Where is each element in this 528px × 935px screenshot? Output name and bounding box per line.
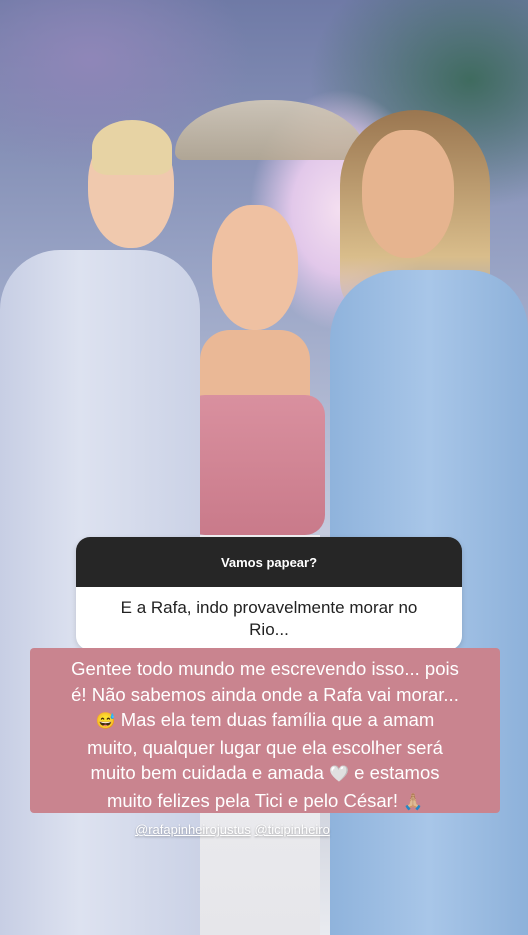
mention-ticipinheiro[interactable]: @ticipinheiro xyxy=(254,822,329,837)
answer-text-card: Gentee todo mundo me escrevendo isso... … xyxy=(30,648,500,813)
background-umbrella xyxy=(175,100,365,160)
sweat-smile-emoji: 😅 xyxy=(95,713,116,730)
answer-line-6: muito felizes pela Tici e pelo César! 🙏🏼 xyxy=(106,789,424,811)
question-sticker: Vamos papear? E a Rafa, indo provavelmen… xyxy=(76,537,462,650)
question-sticker-title: Vamos papear? xyxy=(76,537,462,587)
mentions: @rafapinheirojustus @ticipinheiro xyxy=(135,822,330,837)
answer-line-3: 😅 Mas ela tem duas família que a amam xyxy=(95,709,435,730)
answer-line-2: é! Não sabemos ainda onde a Rafa vai mor… xyxy=(71,683,459,705)
answer-line-1: Gentee todo mundo me escrevendo isso... … xyxy=(71,658,459,679)
answer-text: Gentee todo mundo me escrevendo isso... … xyxy=(30,656,500,815)
praying-hands-emoji: 🙏🏼 xyxy=(403,793,424,811)
answer-line-4: muito, qualquer lugar que ela escolher s… xyxy=(87,736,443,758)
answer-line-5: muito bem cuidada e amada 🤍 e estamos xyxy=(90,762,440,783)
white-heart-emoji: 🤍 xyxy=(329,766,349,783)
question-text: E a Rafa, indo provavelmente morar no Ri… xyxy=(76,587,462,650)
mention-rafapinheirojustus[interactable]: @rafapinheirojustus xyxy=(135,822,251,837)
